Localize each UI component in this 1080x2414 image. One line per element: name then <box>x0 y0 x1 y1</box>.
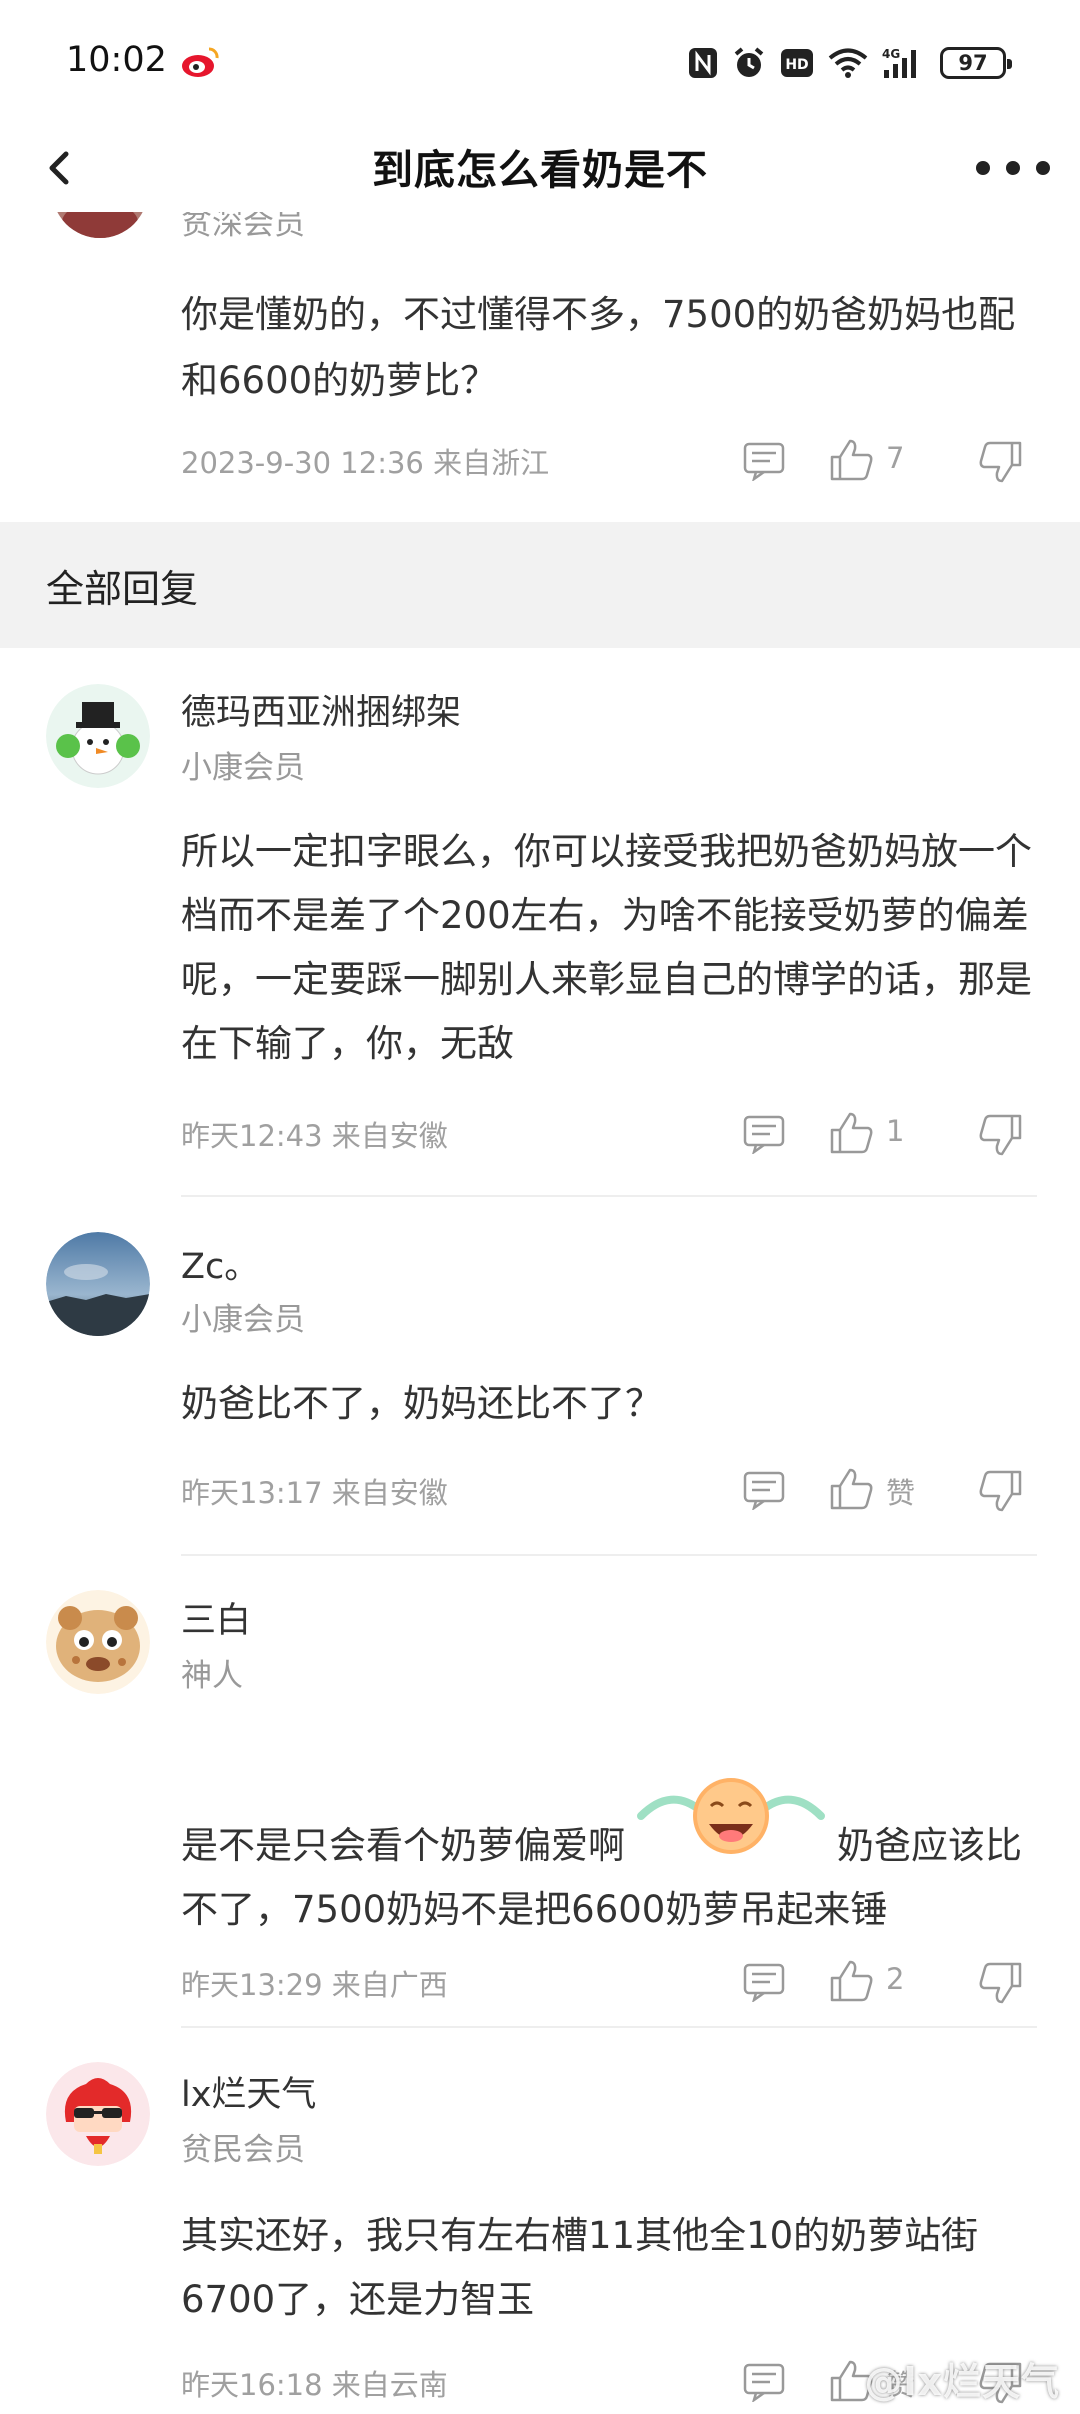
like-icon[interactable] <box>828 1958 874 2004</box>
avatar[interactable] <box>46 684 150 788</box>
reply-icon[interactable] <box>742 1470 786 1510</box>
divider <box>181 1195 1037 1197</box>
crying-laughing-emoji-icon <box>637 1778 825 1854</box>
reply-item: Zc。 小康会员 奶爸比不了，奶妈还比不了？ 昨天13:17 来自安徽 赞 <box>0 1198 1080 1556</box>
section-header: 全部回复 <box>0 522 1080 648</box>
main-comment: 贫深会员 你是懂奶的，不过懂得不多，7500的奶爸奶妈也配和6600的奶萝比？ … <box>0 212 1080 522</box>
battery-level: 97 <box>958 51 988 75</box>
svg-text:HD: HD <box>785 57 808 73</box>
like-icon[interactable] <box>828 437 874 483</box>
status-bar: 10:02 HD 4G 97 <box>0 0 1080 130</box>
comment-text: 你是懂奶的，不过懂得不多，7500的奶爸奶妈也配和6600的奶萝比？ <box>181 293 1016 402</box>
like-count: 7 <box>886 441 905 475</box>
weibo-icon <box>182 47 219 77</box>
section-title: 全部回复 <box>46 567 199 611</box>
username[interactable]: 德玛西亚洲捆绑架 <box>181 684 461 735</box>
like-count: 赞 <box>886 1476 916 1510</box>
nav-bar: 到底怎么看奶是不 <box>0 120 1080 220</box>
avatar[interactable] <box>46 2062 150 2166</box>
svg-text:4G: 4G <box>882 47 900 61</box>
like-count: 1 <box>886 1114 905 1148</box>
comment-text: 是不是只会看个奶萝偏爱啊 奶爸应该比不了，7500奶妈不是把6600奶萝吊起来锤 <box>181 1776 1041 1942</box>
avatar[interactable] <box>46 1590 150 1694</box>
like-icon[interactable] <box>828 1466 874 1512</box>
comment-text: 所以一定扣字眼么，你可以接受我把奶爸奶妈放一个档而不是差了个200左右，为啥不能… <box>181 830 1032 1065</box>
dislike-icon[interactable] <box>978 1468 1024 1514</box>
comment-text: 其实还好，我只有左右槽11其他全10的奶萝站街6700了，还是力智玉 <box>181 2214 979 2321</box>
avatar[interactable] <box>46 1232 150 1336</box>
battery-icon: 97 <box>940 47 1012 79</box>
watermark: @lx烂天气 <box>864 2360 1060 2404</box>
avatar[interactable] <box>52 212 148 238</box>
comment-actions: 1 <box>0 1110 1080 1160</box>
comment-actions: 赞 <box>0 1466 1080 1516</box>
reply-icon[interactable] <box>742 1962 786 2002</box>
comment-actions: 2 <box>0 1958 1080 2008</box>
status-icons: HD 4G 97 <box>688 42 1012 84</box>
user-level: 小康会员 <box>181 1302 305 1338</box>
reply-item: 德玛西亚洲捆绑架 小康会员 所以一定扣字眼么，你可以接受我把奶爸奶妈放一个档而不… <box>0 648 1080 1198</box>
user-level: 神人 <box>181 1658 243 1694</box>
username[interactable]: Zc。 <box>181 1238 259 1289</box>
dislike-icon[interactable] <box>978 439 1024 485</box>
reply-icon[interactable] <box>742 2362 786 2402</box>
user-level: 小康会员 <box>181 750 305 786</box>
reply-item: 三白 神人 是不是只会看个奶萝偏爱啊 奶爸应该比不了，7500奶妈不是把6600… <box>0 1556 1080 2028</box>
comment-text: 奶爸比不了，奶妈还比不了？ <box>181 1382 662 1425</box>
wifi-icon <box>828 48 868 78</box>
nfc-icon <box>689 48 717 78</box>
dislike-icon[interactable] <box>978 1112 1024 1158</box>
signal-4g-icon: 4G <box>882 47 916 78</box>
page-title: 到底怎么看奶是不 <box>372 146 708 194</box>
hd-icon: HD <box>781 49 813 77</box>
dislike-icon[interactable] <box>978 1960 1024 2006</box>
alarm-icon <box>734 47 764 77</box>
more-options-icon[interactable] <box>976 148 1050 188</box>
user-level: 贫民会员 <box>181 2132 305 2168</box>
username[interactable]: 三白 <box>181 1592 251 1643</box>
reply-icon[interactable] <box>742 441 786 481</box>
user-level: 贫深会员 <box>181 212 305 242</box>
like-count: 2 <box>886 1962 905 1996</box>
status-time: 10:02 <box>66 40 167 80</box>
comment-text-part: 是不是只会看个奶萝偏爱啊 <box>181 1824 625 1867</box>
reply-icon[interactable] <box>742 1114 786 1154</box>
like-icon[interactable] <box>828 1110 874 1156</box>
username[interactable]: lx烂天气 <box>181 2066 316 2117</box>
comment-actions: 7 <box>0 437 1080 487</box>
